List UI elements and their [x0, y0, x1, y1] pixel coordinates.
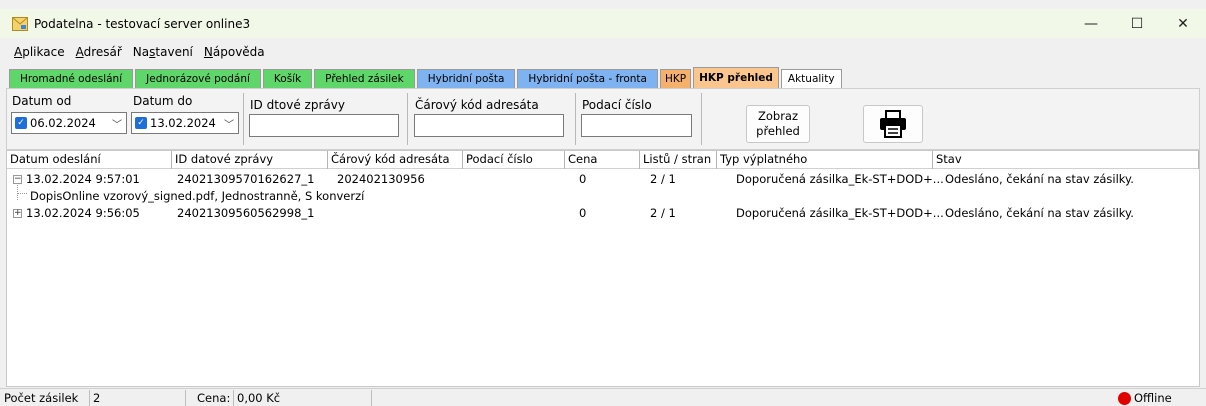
- connection-status-text: Offline: [1134, 391, 1172, 405]
- cell-id: 24021309570162627_1: [177, 172, 315, 186]
- divider: [701, 93, 702, 145]
- show-overview-button[interactable]: Zobraz přehled: [746, 105, 810, 143]
- cell-listu: 2 / 1: [650, 172, 676, 186]
- table-row[interactable]: − 13.02.2024 9:57:01 24021309570162627_1…: [7, 171, 1199, 188]
- divider: [89, 390, 90, 406]
- collapse-icon[interactable]: −: [13, 175, 22, 184]
- barcode-label: Čárový kód adresáta: [415, 98, 539, 112]
- expand-icon[interactable]: +: [13, 209, 22, 218]
- tab-hkp[interactable]: HKP: [659, 69, 692, 88]
- msg-id-input[interactable]: [249, 114, 399, 137]
- connection-status: Offline: [1118, 391, 1172, 405]
- offline-indicator-icon: [1118, 392, 1131, 405]
- minimize-button[interactable]: —: [1068, 9, 1114, 38]
- checkbox-icon[interactable]: ✓: [135, 117, 147, 129]
- mail-app-icon: [12, 16, 28, 31]
- col-cena[interactable]: Cena: [565, 151, 640, 169]
- price-label: Cena:: [197, 391, 231, 405]
- window-title: Podatelna - testovací server online3: [34, 16, 251, 31]
- cell-cena: 0: [579, 172, 587, 186]
- status-bar: Počet zásilek 2 Cena: 0,00 Kč Offline: [0, 388, 1206, 406]
- tab-jednorazove-podani[interactable]: Jednorázové podání: [135, 69, 261, 88]
- shipments-table: Datum odeslání ID datové zprávy Čárový k…: [6, 150, 1200, 387]
- chevron-down-icon[interactable]: ﹀: [224, 116, 234, 131]
- price-value: 0,00 Kč: [237, 391, 281, 405]
- tab-hybridni-posta-fronta[interactable]: Hybridní pošta - fronta: [517, 69, 658, 88]
- col-typ-vyplatneho[interactable]: Typ výplatného: [717, 151, 933, 169]
- table-header: Datum odeslání ID datové zprávy Čárový k…: [7, 151, 1199, 169]
- count-label: Počet zásilek: [4, 391, 79, 405]
- date-to-picker[interactable]: ✓ 13.02.2024 ﹀: [131, 112, 239, 134]
- cell-cena: 0: [579, 206, 587, 220]
- print-button[interactable]: [863, 105, 923, 143]
- col-datum-odeslani[interactable]: Datum odeslání: [7, 151, 172, 169]
- post-number-input[interactable]: [581, 114, 692, 137]
- count-value: 2: [93, 391, 101, 405]
- col-stav[interactable]: Stav: [933, 151, 1199, 169]
- tab-kosik[interactable]: Košík: [262, 69, 313, 88]
- divider: [371, 390, 372, 406]
- divider: [243, 93, 244, 145]
- col-listu-stran[interactable]: Listů / stran: [640, 151, 717, 169]
- cell-id: 24021309560562998_1: [177, 206, 315, 220]
- tab-hkp-prehled[interactable]: HKP přehled: [693, 67, 779, 88]
- table-row[interactable]: + 13.02.2024 9:56:05 24021309560562998_1…: [7, 205, 1199, 222]
- divider: [185, 390, 186, 406]
- printer-icon: [880, 110, 906, 138]
- cell-date: 13.02.2024 9:56:05: [26, 206, 140, 220]
- post-number-label: Podací číslo: [582, 98, 652, 112]
- table-row-child[interactable]: DopisOnline vzorový_signed.pdf, Jednostr…: [7, 188, 1199, 205]
- msg-id-label: ID dtové zprávy: [250, 98, 345, 112]
- cell-stav: Odesláno, čekání na stav zásilky.: [945, 172, 1134, 186]
- cell-barcode: 202402130956: [337, 172, 425, 186]
- cell-stav: Odesláno, čekání na stav zásilky.: [945, 206, 1134, 220]
- menu-nastaveni[interactable]: Nastavení: [133, 45, 193, 59]
- col-id-datove-zpravy[interactable]: ID datové zprávy: [172, 151, 328, 169]
- cell-attachment: DopisOnline vzorový_signed.pdf, Jednostr…: [30, 189, 365, 203]
- menu-napoveda[interactable]: Nápověda: [204, 45, 265, 59]
- date-to-value: 13.02.2024: [150, 116, 216, 130]
- chevron-down-icon[interactable]: ﹀: [112, 116, 122, 131]
- maximize-button[interactable]: ☐: [1114, 9, 1160, 38]
- date-from-picker[interactable]: ✓ 06.02.2024 ﹀: [11, 112, 127, 134]
- date-to-label: Datum do: [133, 94, 193, 108]
- tab-hybridni-posta[interactable]: Hybridní pošta: [416, 69, 516, 88]
- col-carovy-kod[interactable]: Čárový kód adresáta: [328, 151, 463, 169]
- date-from-label: Datum od: [12, 94, 72, 108]
- cell-listu: 2 / 1: [650, 206, 676, 220]
- cell-typ: Doporučená zásilka_Ek-ST+DOD+...: [736, 172, 944, 186]
- tab-aktuality[interactable]: Aktuality: [780, 69, 842, 88]
- cell-date: 13.02.2024 9:57:01: [26, 172, 140, 186]
- menu-adresar[interactable]: Adresář: [76, 45, 122, 59]
- checkbox-icon[interactable]: ✓: [15, 117, 27, 129]
- close-button[interactable]: ✕: [1160, 9, 1206, 38]
- menu-bar: Aplikace Adresář Nastavení Nápověda: [0, 38, 1206, 66]
- col-podaci-cislo[interactable]: Podací číslo: [463, 151, 565, 169]
- tab-prehled-zasilek[interactable]: Přehled zásilek: [314, 69, 415, 88]
- tab-bar: Hromadné odeslání Jednorázové podání Koš…: [0, 66, 1206, 88]
- tab-hromadne-odeslani[interactable]: Hromadné odeslání: [9, 69, 134, 88]
- menu-aplikace[interactable]: Aplikace: [14, 45, 65, 59]
- filter-panel: Datum od ✓ 06.02.2024 ﹀ Datum do ✓ 13.02…: [6, 88, 1200, 150]
- cell-typ: Doporučená zásilka_Ek-ST+DOD+...: [736, 206, 944, 220]
- title-bar: Podatelna - testovací server online3 — ☐…: [0, 9, 1206, 38]
- divider: [575, 93, 576, 145]
- date-from-value: 06.02.2024: [30, 116, 96, 130]
- barcode-input[interactable]: [414, 114, 564, 137]
- divider: [233, 390, 234, 406]
- divider: [407, 93, 408, 145]
